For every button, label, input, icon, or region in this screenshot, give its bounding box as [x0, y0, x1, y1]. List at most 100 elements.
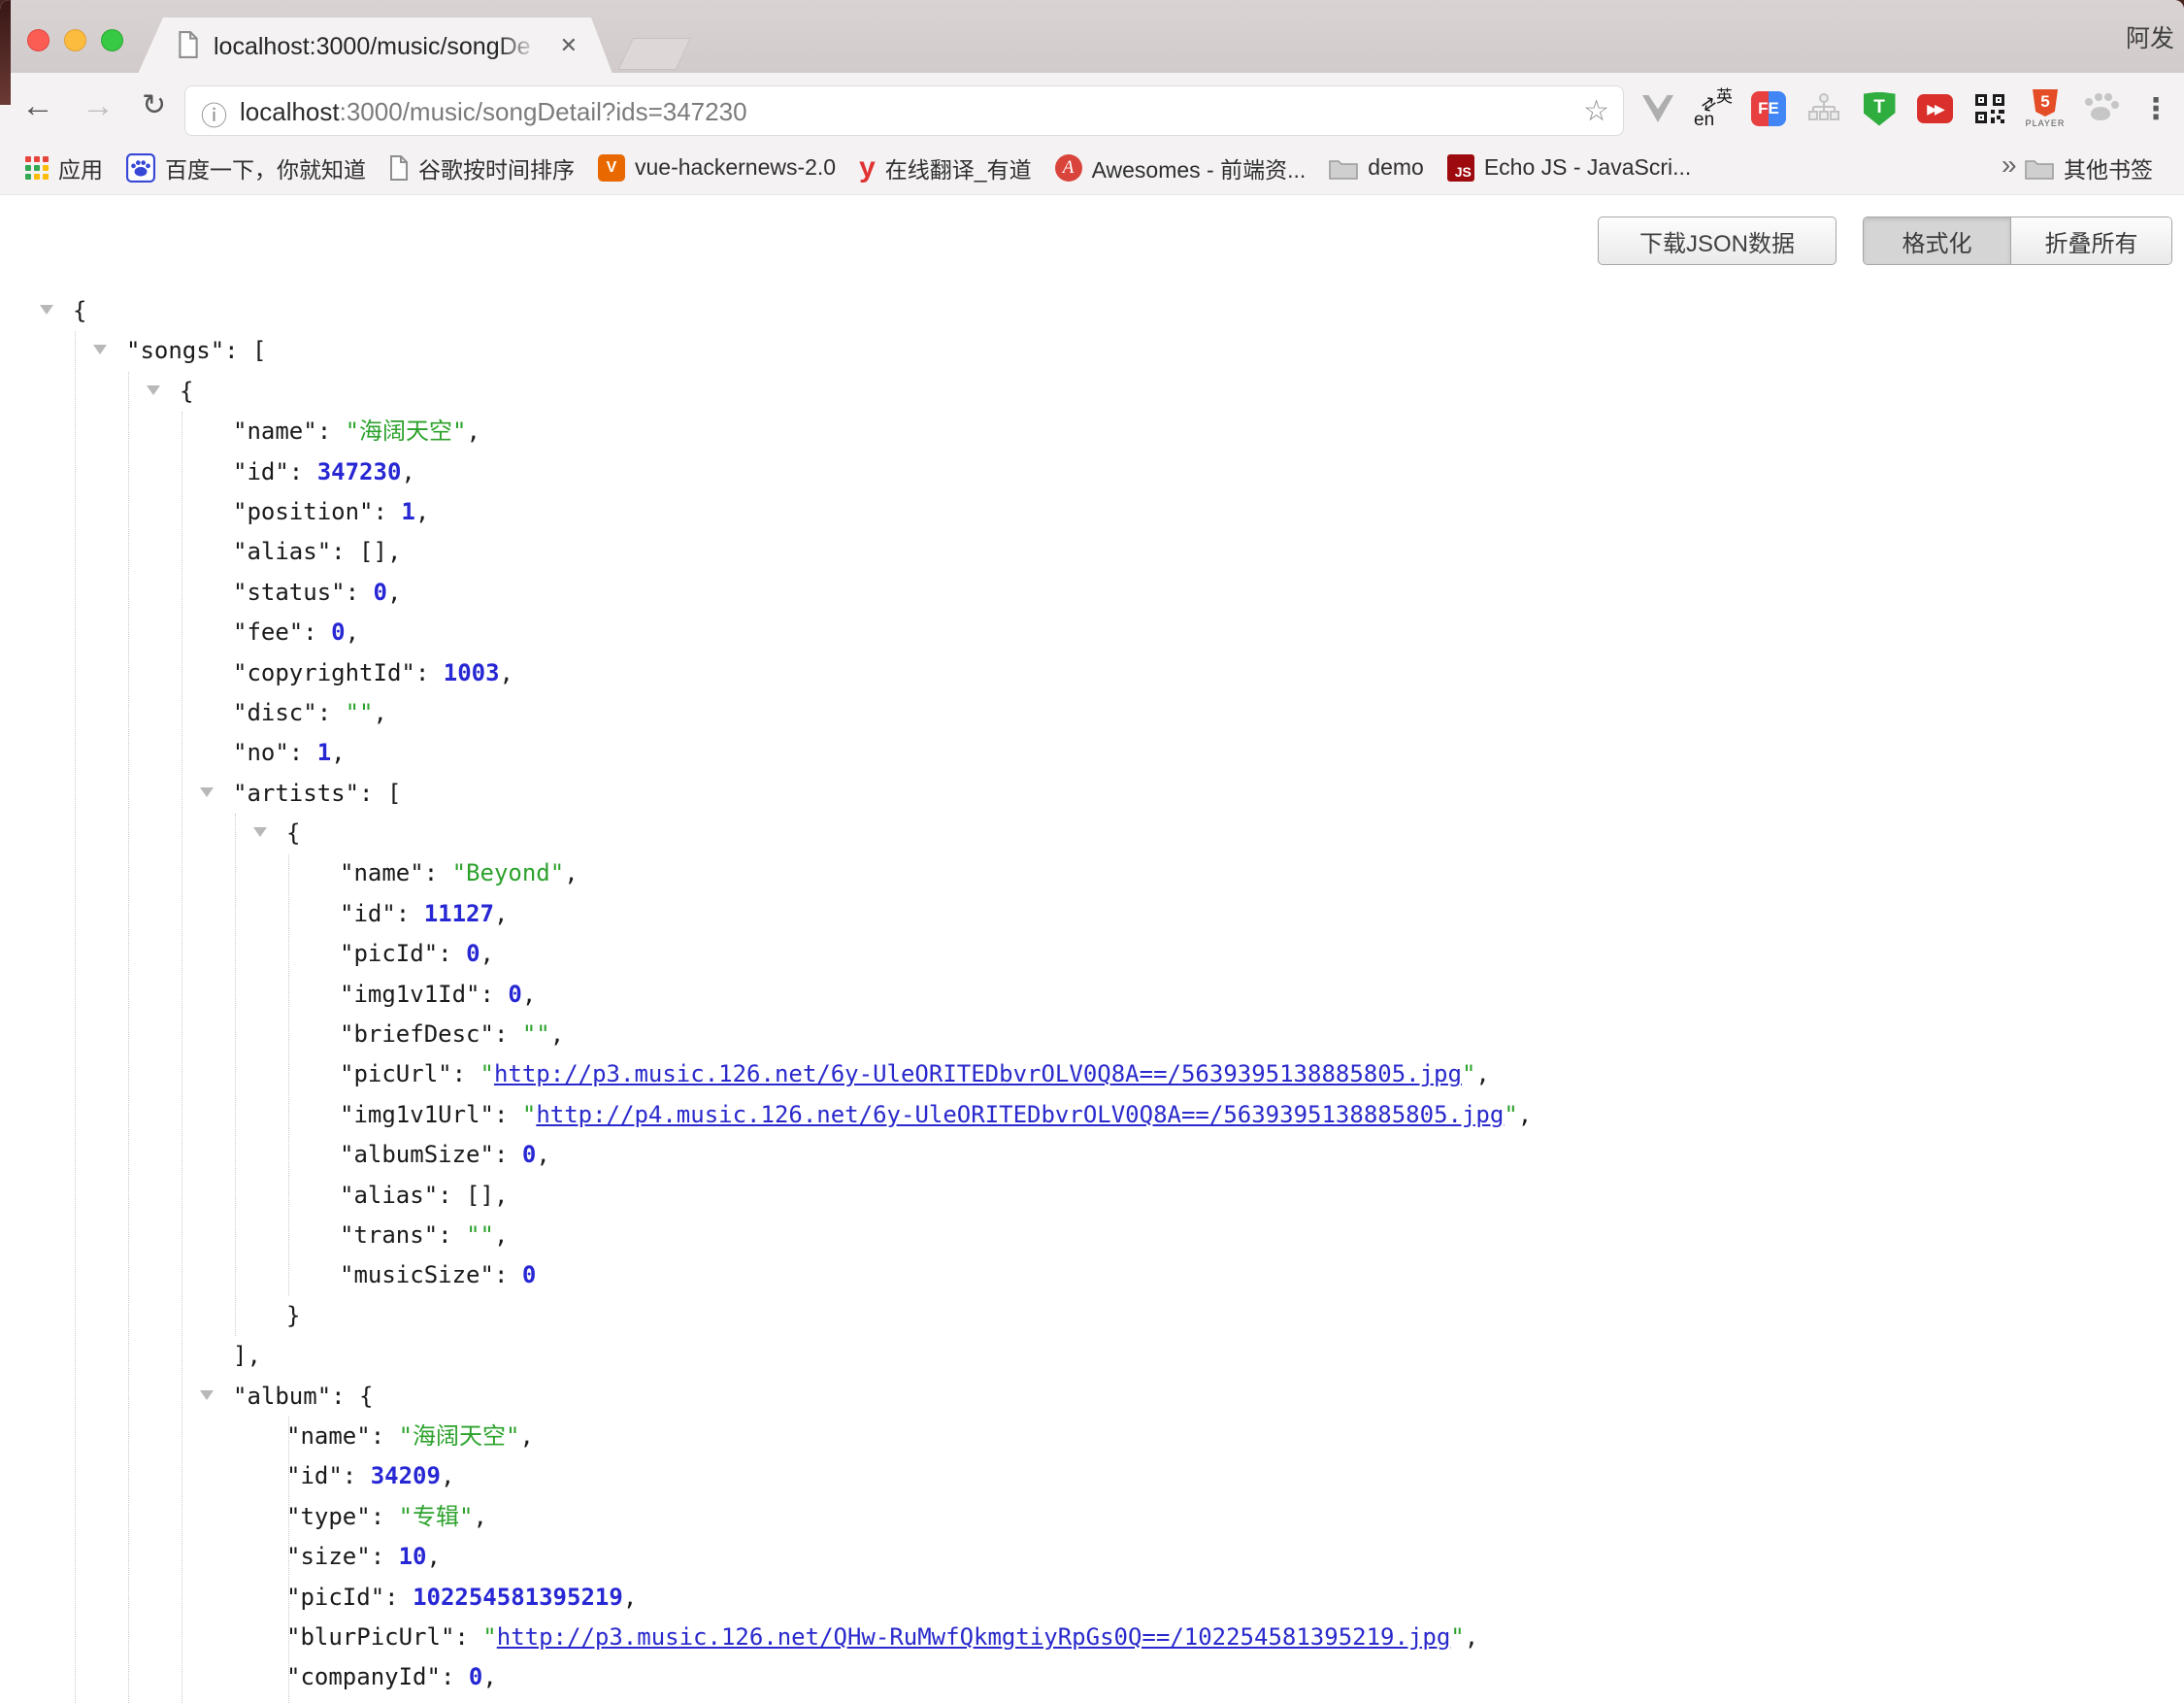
address-bar[interactable]: ⓘ localhost:3000/music/songDetail?ids=34… — [184, 85, 1624, 136]
json-token: "picId" — [340, 940, 438, 967]
back-button[interactable]: ← — [21, 86, 54, 125]
extension-row: 英 ⇄ en FE T ▶▶ 5 PLAYER ⋮ — [1638, 83, 2184, 135]
bookmark-vue-hackernews[interactable]: V vue-hackernews-2.0 — [598, 154, 836, 182]
tab-strip: localhost:3000/music/songDe ✕ 阿发 — [0, 0, 2184, 74]
url-host: localhost — [240, 97, 340, 126]
json-line: "type": "专辑", — [0, 1497, 2184, 1537]
bookmark-echojs[interactable]: JS Echo JS - JavaScri... — [1447, 154, 1691, 182]
json-line: "img1v1Id": 0, — [0, 975, 2184, 1015]
json-token: : — [371, 1422, 399, 1450]
json-token: : — [317, 417, 346, 445]
collapse-toggle-icon[interactable] — [40, 305, 53, 315]
json-token: , — [520, 1422, 534, 1450]
reload-button[interactable]: ↻ — [142, 86, 166, 125]
json-token: , — [536, 1141, 549, 1168]
json-token: : — [396, 900, 424, 927]
bookmark-awesomes[interactable]: A Awesomes - 前端资... — [1055, 151, 1307, 184]
extension-sitemap-icon[interactable] — [1804, 83, 1843, 135]
download-json-button[interactable]: 下载JSON数据 — [1598, 217, 1837, 265]
json-line: "musicSize": 0 — [0, 1255, 2184, 1295]
minimize-window-button[interactable] — [64, 29, 86, 51]
json-token: "songs" — [126, 337, 224, 364]
json-line: "no": 1, — [0, 733, 2184, 773]
extension-fe-icon[interactable]: FE — [1749, 83, 1788, 135]
json-line: "songs": [ — [0, 331, 2184, 371]
json-line: "id": 11127, — [0, 894, 2184, 934]
format-button[interactable]: 格式化 — [1864, 217, 2011, 264]
collapse-toggle-icon[interactable] — [93, 345, 107, 354]
json-token: , — [1475, 1060, 1489, 1087]
browser-menu-button[interactable]: ⋮ — [2136, 83, 2175, 135]
json-line: "status": 0, — [0, 573, 2184, 613]
bookmarks-overflow-chevron[interactable]: » — [2002, 150, 2017, 181]
profile-name[interactable]: 阿发 — [2126, 19, 2174, 54]
json-line: "alias": [], — [0, 532, 2184, 572]
forward-button[interactable]: → — [82, 86, 115, 125]
json-token: : [ — [224, 337, 266, 364]
site-info-icon[interactable]: ⓘ — [201, 95, 227, 133]
json-line: "picUrl": "http://p3.music.126.net/6y-Ul… — [0, 1054, 2184, 1094]
json-line: "disc": "", — [0, 693, 2184, 733]
extension-tampermonkey-icon[interactable]: T — [1860, 83, 1899, 135]
json-url-link[interactable]: http://p3.music.126.net/6y-UleORITEDbvrO… — [494, 1060, 1462, 1087]
json-token: "status" — [233, 579, 346, 606]
translate-zh-glyph: 英 — [1716, 83, 1733, 107]
json-token: : — [441, 1663, 469, 1690]
json-url-link[interactable]: http://p4.music.126.net/6y-UleORITEDbvrO… — [536, 1101, 1504, 1128]
collapse-toggle-icon[interactable] — [200, 787, 214, 797]
close-window-button[interactable] — [27, 29, 50, 51]
json-token: : — [494, 1141, 522, 1168]
extension-qr-code-icon[interactable] — [1970, 83, 2009, 135]
page-icon — [389, 155, 409, 181]
json-token: " — [482, 1623, 496, 1651]
json-token: , — [522, 981, 536, 1008]
bookmark-star-icon[interactable]: ☆ — [1583, 94, 1609, 128]
extension-video-fastforward-icon[interactable]: ▶▶ — [1915, 83, 1954, 135]
zoom-window-button[interactable] — [101, 29, 123, 51]
folder-icon — [1329, 156, 1358, 180]
bookmark-youdao-translate[interactable]: y 在线翻译_有道 — [859, 151, 1031, 184]
tab-close-icon[interactable]: ✕ — [560, 33, 578, 58]
kebab-menu-icon: ⋮ — [2141, 92, 2170, 126]
new-tab-button[interactable] — [618, 38, 691, 70]
json-token: "" — [522, 1020, 550, 1048]
json-token: : — [438, 1221, 466, 1249]
bookmarks-row: 应用 百度一下，你就知道 谷歌按时间排序 V vue-hackernews-2.… — [25, 141, 1714, 194]
collapse-toggle-icon[interactable] — [147, 385, 160, 395]
json-token: "no" — [233, 739, 289, 766]
collapse-toggle-icon[interactable] — [253, 827, 267, 837]
json-line: "position": 1, — [0, 492, 2184, 532]
json-token: "" — [466, 1221, 494, 1249]
json-guide — [75, 331, 76, 1703]
json-token: : — [384, 1584, 413, 1611]
json-token: "trans" — [340, 1221, 438, 1249]
extension-vue-icon[interactable] — [1638, 83, 1677, 135]
bookmark-google-sort[interactable]: 谷歌按时间排序 — [389, 151, 575, 184]
vue-v-icon: V — [598, 154, 625, 182]
bookmarks-bar: 应用 百度一下，你就知道 谷歌按时间排序 V vue-hackernews-2.… — [0, 141, 2184, 195]
json-token: , — [401, 458, 414, 485]
browser-tab[interactable]: localhost:3000/music/songDe ✕ — [138, 17, 612, 74]
json-token: 1 — [401, 498, 414, 525]
collapse-toggle-icon[interactable] — [200, 1390, 214, 1400]
json-line: { — [0, 291, 2184, 331]
json-token: "copyrightId" — [233, 659, 415, 686]
bookmark-apps[interactable]: 应用 — [25, 151, 103, 184]
json-tree: {"songs": [{"name": "海阔天空","id": 347230,… — [0, 291, 2184, 1698]
extension-html5-player-icon[interactable]: 5 PLAYER — [2026, 83, 2065, 135]
json-line: "name": "海阔天空", — [0, 1417, 2184, 1456]
collapse-all-button[interactable]: 折叠所有 — [2011, 217, 2171, 264]
json-token: 0 — [374, 579, 387, 606]
bookmark-demo-folder[interactable]: demo — [1329, 154, 1424, 181]
extension-paw-icon[interactable] — [2081, 83, 2120, 135]
other-bookmarks-folder[interactable]: 其他书签 — [2025, 141, 2153, 194]
json-token: , — [500, 659, 513, 686]
json-line: "name": "Beyond", — [0, 853, 2184, 893]
bookmark-baidu[interactable]: 百度一下，你就知道 — [126, 151, 366, 184]
json-token: "id" — [286, 1462, 343, 1489]
toolbar: ← → ↻ ⓘ localhost:3000/music/songDetail?… — [0, 73, 2184, 141]
json-url-link[interactable]: http://p3.music.126.net/QHw-RuMwfQkmgtiy… — [497, 1623, 1451, 1651]
json-token: 0 — [466, 940, 480, 967]
json-token: : — [424, 859, 452, 886]
extension-translate-icon[interactable]: 英 ⇄ en — [1694, 83, 1733, 135]
